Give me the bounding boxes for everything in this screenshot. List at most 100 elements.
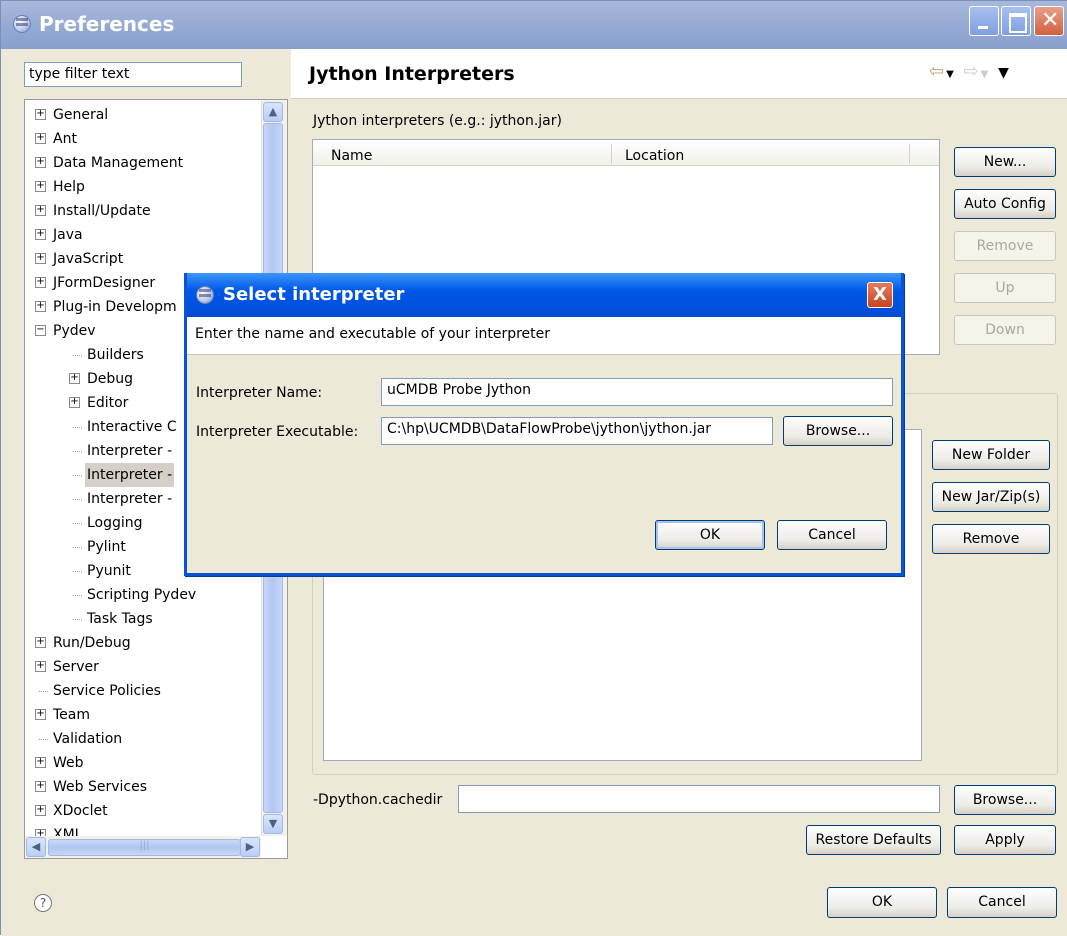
tree-connector [73,619,82,620]
tree-item-label: Run/Debug [53,635,131,651]
tree-item-label: Web Services [53,779,148,795]
expand-icon[interactable]: + [35,805,46,816]
forward-menu-icon[interactable]: ▼ [981,69,991,80]
dialog-close-button[interactable]: X [867,282,893,308]
close-icon: X [873,284,887,305]
auto-config-button[interactable]: Auto Config [954,189,1056,219]
tree-connector [39,691,48,692]
eclipse-icon [196,286,214,304]
tree-connector [73,547,82,548]
column-location[interactable]: Location [625,148,684,164]
tree-item-label: Interpreter - [87,443,173,459]
tree-item-label: Debug [87,371,134,387]
dialog-message-area: Enter the name and executable of your in… [187,317,901,355]
expand-icon[interactable]: + [35,757,46,768]
scroll-right-button[interactable]: ▶ [240,837,260,857]
navigation-icons[interactable]: ⇦▼ ⇨▼ ▼ [929,61,1011,82]
dialog-cancel-button[interactable]: Cancel [777,520,887,550]
preferences-window: Preferences ✕ type filter text + General +… [0,0,1067,936]
expand-icon[interactable]: + [35,253,46,264]
column-name[interactable]: Name [331,148,372,164]
cachedir-browse-button[interactable]: Browse... [954,785,1056,815]
close-icon: ✕ [1041,8,1060,33]
scroll-up-button[interactable]: ▲ [263,102,283,122]
tree-item-label: Data Management [53,155,184,171]
expand-icon[interactable]: + [35,637,46,648]
expand-icon[interactable]: + [35,229,46,240]
cachedir-input[interactable] [458,785,940,813]
interpreter-name-label: Interpreter Name: [196,385,323,401]
close-button[interactable]: ✕ [1034,6,1064,36]
tree-hscroll-thumb[interactable]: ||| [48,839,241,856]
expand-icon[interactable]: + [35,133,46,144]
expand-icon[interactable]: + [35,301,46,312]
scroll-left-button[interactable]: ◀ [26,837,46,857]
remove-interpreter-button[interactable]: Remove [954,231,1056,261]
help-icon[interactable]: ? [34,894,52,912]
dialog-browse-button[interactable]: Browse... [783,416,893,446]
tree-item-label: Java [53,227,83,243]
new-folder-button[interactable]: New Folder [932,440,1050,470]
apply-button[interactable]: Apply [954,825,1056,855]
expand-icon[interactable]: + [35,277,46,288]
tree-item-label: JFormDesigner [53,275,156,291]
tree-item-label: Logging [87,515,143,531]
dialog-ok-button[interactable]: OK [655,520,765,550]
tree-item-label: Server [53,659,99,675]
interpreter-executable-label: Interpreter Executable: [196,424,359,440]
expand-icon[interactable]: + [35,205,46,216]
dialog-titlebar[interactable]: Select interpreter X [187,273,901,317]
down-button[interactable]: Down [954,315,1056,345]
select-interpreter-dialog: Select interpreter X Enter the name and … [184,273,904,576]
minimize-button[interactable] [969,6,999,36]
expand-icon[interactable]: + [35,109,46,120]
collapse-icon[interactable]: − [35,325,46,336]
tree-item-label: Pydev [53,323,96,339]
interpreters-label: Jython interpreters (e.g.: jython.jar) [313,113,562,129]
expand-icon[interactable]: + [35,181,46,192]
forward-arrow-icon[interactable]: ⇨ [964,61,981,82]
expand-icon[interactable]: + [69,397,80,408]
window-titlebar[interactable]: Preferences ✕ [1,1,1067,49]
tree-connector [73,451,82,452]
up-button[interactable]: Up [954,273,1056,303]
tree-connector [73,427,82,428]
tree-item-label: Team [53,707,91,723]
expand-icon[interactable]: + [35,781,46,792]
eclipse-icon [13,15,31,33]
tree-item-label: Builders [87,347,144,363]
interpreter-name-input[interactable]: uCMDB Probe Jython [381,378,893,406]
expand-icon[interactable]: + [35,661,46,672]
remove-library-button[interactable]: Remove [932,524,1050,554]
expand-icon[interactable]: + [35,157,46,168]
expand-icon[interactable]: + [35,709,46,720]
interpreter-executable-input[interactable]: C:\hp\UCMDB\DataFlowProbe\jython\jython.… [381,417,773,445]
back-menu-icon[interactable]: ▼ [946,69,956,80]
tree-connector [73,499,82,500]
tree-connector [73,523,82,524]
tree-item-label: Pylint [87,539,126,555]
new-jar-button[interactable]: New Jar/Zip(s) [932,482,1050,512]
cancel-button[interactable]: Cancel [947,887,1057,918]
restore-defaults-button[interactable]: Restore Defaults [806,825,941,855]
dialog-title: Select interpreter [223,284,405,305]
view-menu-icon[interactable]: ▼ [998,65,1011,81]
tree-item-label: Service Policies [53,683,161,699]
ok-button[interactable]: OK [827,887,937,918]
scroll-down-button[interactable]: ▼ [263,814,283,834]
page-title: Jython Interpreters [309,63,515,85]
tree-item-label: Task Tags [87,611,153,627]
column-divider [611,144,612,164]
tree-item-label: Plug-in Developm [53,299,177,315]
new-interpreter-button[interactable]: New... [954,147,1056,177]
filter-input[interactable]: type filter text [24,62,242,87]
tree-item-label: Interpreter - [87,491,173,507]
window-title: Preferences [39,12,175,36]
back-arrow-icon[interactable]: ⇦ [929,61,946,82]
column-divider [909,144,910,164]
tree-item-label: Pyunit [87,563,131,579]
maximize-button[interactable] [1001,6,1031,36]
tree-item-label: Web [53,755,84,771]
tree-item-label: Interactive C [87,419,177,435]
expand-icon[interactable]: + [69,373,80,384]
